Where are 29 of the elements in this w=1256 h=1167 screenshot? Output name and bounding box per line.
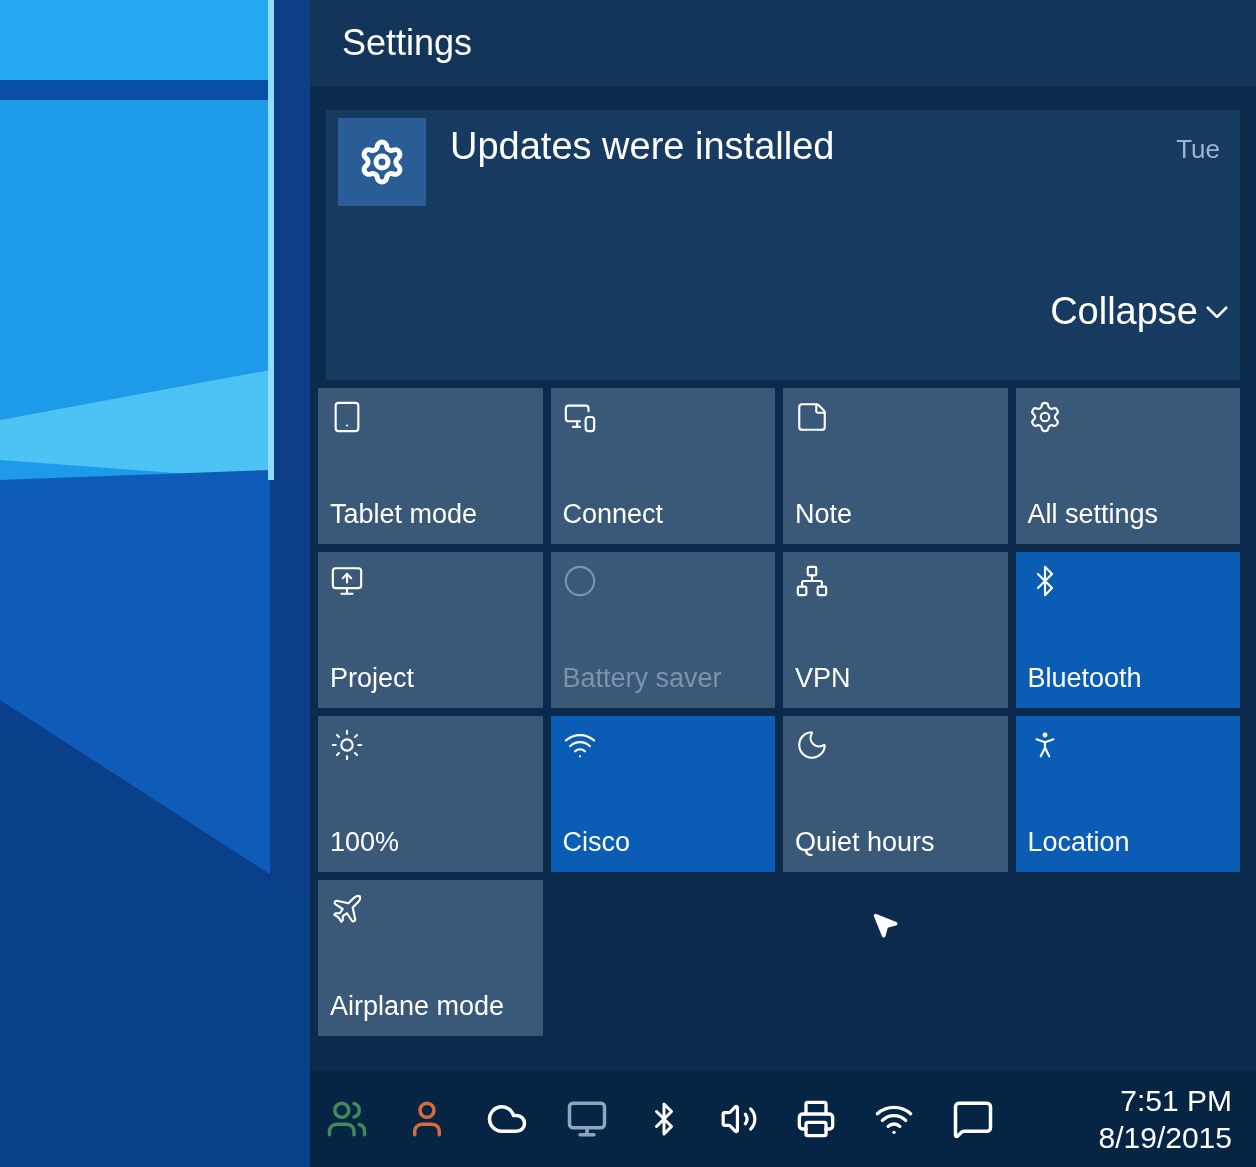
- clock-date[interactable]: 8/19/2015: [1098, 1119, 1232, 1157]
- quick-action-tile[interactable]: Note: [783, 388, 1008, 544]
- quick-action-tile[interactable]: VPN: [783, 552, 1008, 708]
- quick-action-tile[interactable]: All settings: [1015, 388, 1240, 544]
- quick-action-tile[interactable]: Airplane mode: [318, 880, 543, 1036]
- printer-icon[interactable]: [796, 1099, 836, 1139]
- collapse-button[interactable]: Collapse: [1050, 283, 1228, 380]
- sun-icon: [330, 728, 364, 762]
- notification-time: Tue: [1176, 133, 1221, 166]
- quick-action-tile[interactable]: Quiet hours: [783, 716, 1008, 872]
- settings-app-icon: [338, 118, 426, 206]
- circle-icon: [562, 564, 597, 598]
- network-icon: [795, 564, 829, 598]
- notification-title: Updates were installed: [450, 124, 836, 169]
- monitor-icon: [330, 564, 364, 598]
- note-icon: [795, 400, 829, 434]
- quick-action-tile[interactable]: Tablet mode: [318, 388, 543, 544]
- panel-title: Settings: [342, 21, 473, 65]
- quick-action-tile[interactable]: Cisco: [550, 716, 775, 872]
- quick-action-tile[interactable]: 100%: [318, 716, 543, 872]
- clock-time[interactable]: 7:51 PM: [1120, 1081, 1232, 1119]
- moon-icon: [795, 728, 829, 762]
- quick-action-tile[interactable]: Connect: [550, 388, 775, 544]
- chevron-down-icon: [1206, 305, 1228, 318]
- quick-action-tile[interactable]: Location: [1015, 716, 1240, 872]
- quick-action-tile[interactable]: Bluetooth: [1015, 552, 1240, 708]
- quick-action-tile[interactable]: Project: [318, 552, 543, 708]
- airplane-icon: [330, 892, 364, 926]
- notification-card[interactable]: Updates were installed Tue Collapse: [326, 110, 1240, 380]
